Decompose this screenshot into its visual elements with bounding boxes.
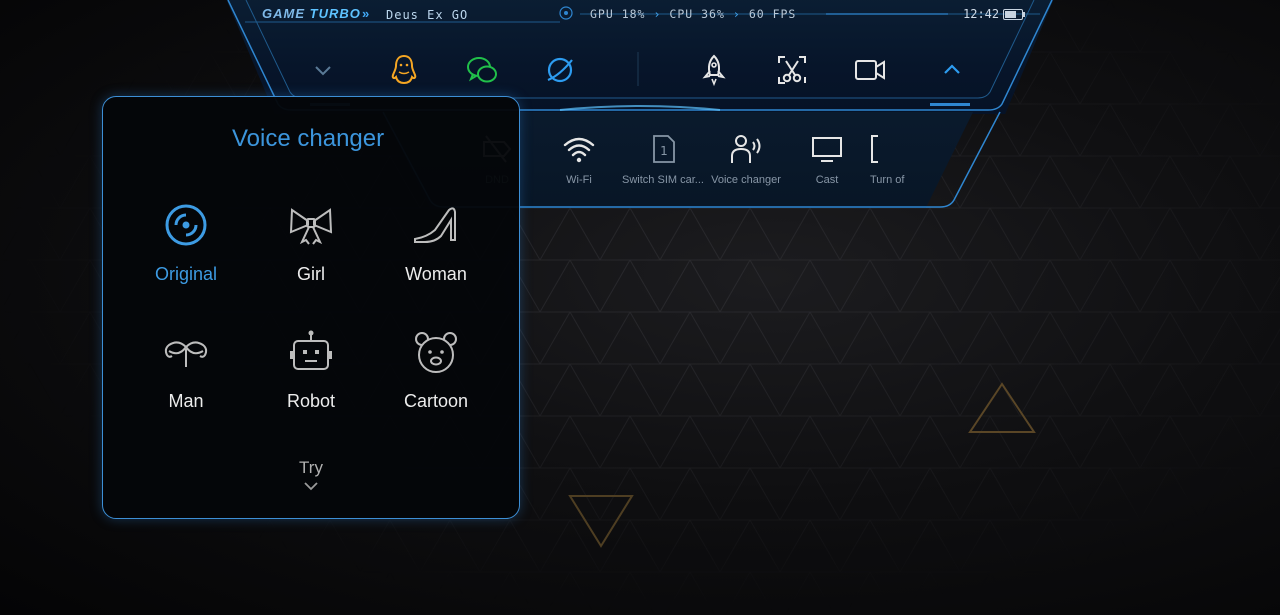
voice-option-original[interactable]: Original [126, 200, 246, 285]
wechat-app-button[interactable] [462, 50, 502, 90]
high-heel-icon [414, 207, 456, 243]
voice-option-robot[interactable]: Robot [251, 327, 371, 412]
qq-app-button[interactable] [384, 50, 424, 90]
voice-option-woman[interactable]: Woman [376, 200, 496, 285]
original-voice-icon [165, 204, 207, 246]
chevron-down-icon [315, 66, 331, 76]
double-chevron-icon: » [362, 6, 370, 21]
voice-option-label: Girl [297, 264, 325, 284]
panel-title: Voice changer [232, 125, 385, 152]
cpu-usage: CPU 36% [669, 7, 725, 21]
voice-changer-panel [102, 96, 520, 519]
qs-label: Switch SIM car... [622, 174, 704, 186]
expand-button[interactable] [932, 50, 972, 90]
battery-icon [1003, 9, 1025, 20]
mustache-icon [164, 341, 208, 367]
voice-option-label: Robot [286, 391, 336, 411]
screen-record-button[interactable] [850, 50, 890, 90]
qs-turn-off[interactable]: Turn of [858, 132, 908, 186]
stat-separator-icon: › [732, 7, 741, 21]
svg-text:1: 1 [660, 144, 668, 158]
collapse-button[interactable] [303, 50, 343, 90]
browser-planet-icon [547, 57, 573, 83]
qs-wifi[interactable]: Wi-Fi [534, 132, 624, 186]
qs-voice-changer[interactable]: Voice changer [701, 132, 791, 186]
rocket-boost-icon [702, 54, 726, 87]
voice-option-girl[interactable]: Girl [251, 200, 371, 285]
qs-label: Voice changer [711, 174, 781, 186]
clock: 12:42 [963, 7, 1000, 21]
battery-level [1005, 11, 1016, 18]
browser-app-button[interactable] [540, 50, 580, 90]
chevron-up-icon [944, 64, 960, 74]
voice-option-man[interactable]: Man [126, 327, 246, 412]
bow-icon [289, 208, 333, 245]
game-name: Deus Ex GO [386, 8, 469, 22]
robot-icon [290, 330, 332, 370]
stat-separator-icon: › [653, 7, 662, 21]
voice-option-label: Original [154, 264, 218, 284]
gpu-usage: GPU 18% [590, 7, 646, 21]
fps-counter: 60 FPS [748, 7, 797, 21]
voice-option-label: Man [168, 391, 204, 411]
voice-option-label: Cartoon [403, 391, 469, 411]
qq-penguin-icon [391, 54, 417, 85]
try-label: Try [299, 458, 323, 477]
game-turbo-logo: GAME TURBO [262, 6, 361, 21]
screen-record-icon [855, 60, 885, 80]
voice-option-cartoon[interactable]: Cartoon [376, 327, 496, 412]
qs-switch-sim[interactable]: 1 Switch SIM car... [618, 132, 708, 186]
voice-option-label: Woman [405, 264, 467, 284]
qs-label: Wi-Fi [566, 174, 592, 186]
turn-off-icon [871, 135, 878, 163]
cast-icon [812, 137, 842, 162]
screenshot-button[interactable] [772, 50, 812, 90]
wifi-icon [563, 137, 595, 163]
chevron-down-icon [304, 482, 318, 491]
try-button[interactable]: Try [271, 458, 351, 492]
voice-changer-icon [731, 135, 761, 163]
sim-card-icon: 1 [653, 135, 675, 163]
screenshot-scissors-icon [778, 56, 806, 84]
boost-button[interactable] [694, 50, 734, 90]
qs-label: Turn of [870, 174, 905, 186]
wechat-icon [467, 57, 497, 83]
bear-icon [415, 332, 457, 373]
performance-stats: GPU 18% › CPU 36% › 60 FPS [590, 7, 796, 21]
